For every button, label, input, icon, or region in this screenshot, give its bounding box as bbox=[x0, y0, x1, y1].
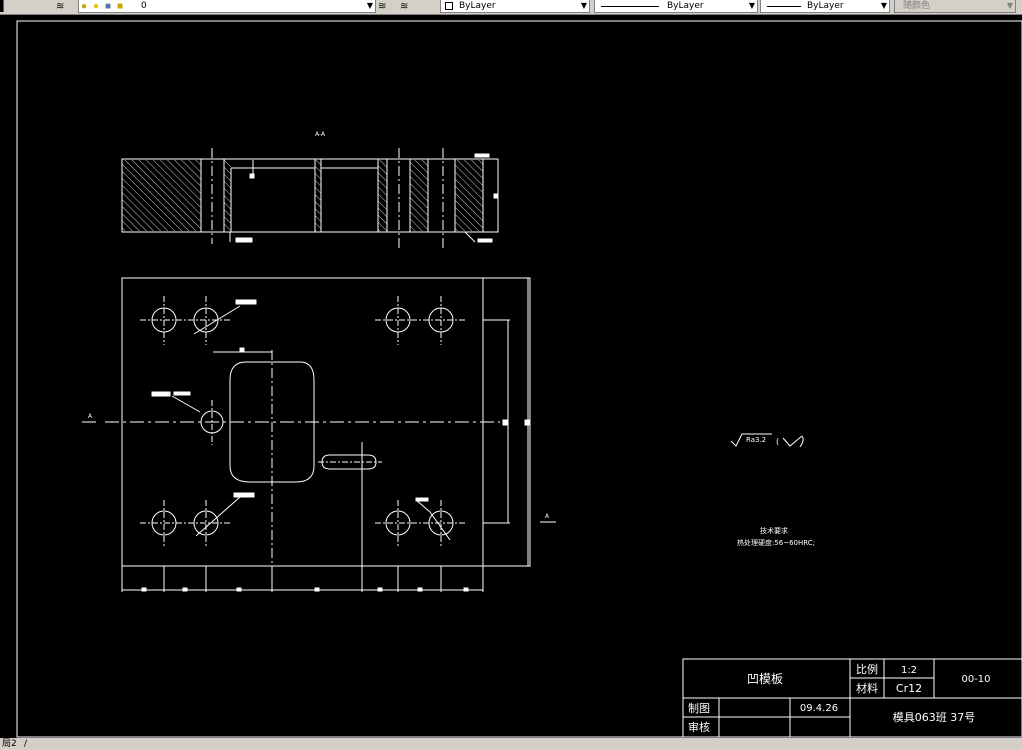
material-value: Cr12 bbox=[896, 682, 922, 695]
material-label: 材料 bbox=[856, 681, 878, 695]
chevron-down-icon: ▼ bbox=[580, 1, 587, 10]
drawing-svg: A-A A A Ra3.2 (技术要求 热处理硬度:56~60HRC; 凹模板… bbox=[16, 20, 1022, 738]
section-view bbox=[121, 148, 499, 248]
plan-view bbox=[105, 277, 531, 592]
chevron-down-icon: ▼ bbox=[366, 1, 373, 10]
color-value: ByLayer bbox=[459, 1, 496, 11]
sun-icon: ● bbox=[93, 1, 100, 12]
drawing-border bbox=[16, 20, 1022, 738]
date-value: 09.4.26 bbox=[800, 703, 838, 714]
tech-requirements-title: 技术要求 bbox=[760, 526, 788, 535]
chevron-down-icon: ▼ bbox=[1006, 1, 1013, 10]
section-marker-right: A bbox=[545, 513, 550, 520]
color-dropdown[interactable]: ByLayer ▼ bbox=[440, 0, 590, 13]
properties-toolbar: ▌ ≋ ● ● ■ ■ 0 ▼ ≋ ≋ ByLayer ▼ ByLayer ▼ … bbox=[0, 0, 1022, 15]
roughness-suffix: ( bbox=[776, 437, 779, 446]
lineweight-dropdown[interactable]: ByLayer ▼ bbox=[760, 0, 890, 13]
layout-tab[interactable]: 局2 bbox=[2, 738, 17, 750]
class-info: 模具063班 37号 bbox=[893, 711, 976, 724]
title-block bbox=[682, 658, 1022, 738]
roughness-value: Ra3.2 bbox=[746, 436, 766, 444]
chevron-down-icon: ▼ bbox=[880, 1, 887, 10]
color-swatch bbox=[445, 2, 453, 10]
roughness-note: Ra3.2 ( bbox=[730, 433, 804, 448]
tech-requirements-text: 热处理硬度:56~60HRC; bbox=[737, 538, 815, 547]
scale-label: 比例 bbox=[856, 662, 878, 676]
lightbulb-icon: ● bbox=[81, 1, 88, 12]
make-current-layer-icon[interactable]: ≋ bbox=[378, 0, 396, 13]
plotstyle-dropdown[interactable]: 随颜色 ▼ bbox=[894, 0, 1016, 13]
section-marker-left: A bbox=[88, 413, 93, 420]
lock-icon: ■ bbox=[105, 1, 112, 12]
toolbar-grip[interactable]: ▌ bbox=[0, 0, 16, 13]
drawing-number: 00-10 bbox=[961, 674, 990, 685]
drawn-label: 制图 bbox=[688, 702, 710, 715]
layout-tab-bar: 局2 / bbox=[0, 738, 1022, 750]
layer-previous-icon[interactable]: ≋ bbox=[400, 0, 418, 13]
scale-value: 1:2 bbox=[901, 665, 917, 676]
layer-manager-icon[interactable]: ≋ bbox=[56, 0, 74, 13]
drawing-canvas[interactable]: A-A A A Ra3.2 (技术要求 热处理硬度:56~60HRC; 凹模板… bbox=[0, 14, 1022, 738]
lineweight-value: ByLayer bbox=[807, 1, 844, 11]
lineweight-preview bbox=[767, 6, 801, 7]
layer-dropdown[interactable]: ● ● ■ ■ 0 ▼ bbox=[78, 0, 376, 13]
linetype-preview bbox=[601, 6, 659, 7]
chevron-down-icon: ▼ bbox=[748, 1, 755, 10]
plotstyle-value: 随颜色 bbox=[903, 1, 931, 11]
section-view-label: A-A bbox=[315, 131, 326, 138]
part-name: 凹模板 bbox=[747, 672, 783, 686]
tab-divider: / bbox=[24, 739, 28, 749]
linetype-value: ByLayer bbox=[667, 1, 704, 11]
review-label: 审核 bbox=[688, 720, 710, 734]
printer-icon: ■ bbox=[117, 1, 124, 12]
linetype-dropdown[interactable]: ByLayer ▼ bbox=[594, 0, 758, 13]
layer-value: 0 bbox=[141, 1, 147, 11]
